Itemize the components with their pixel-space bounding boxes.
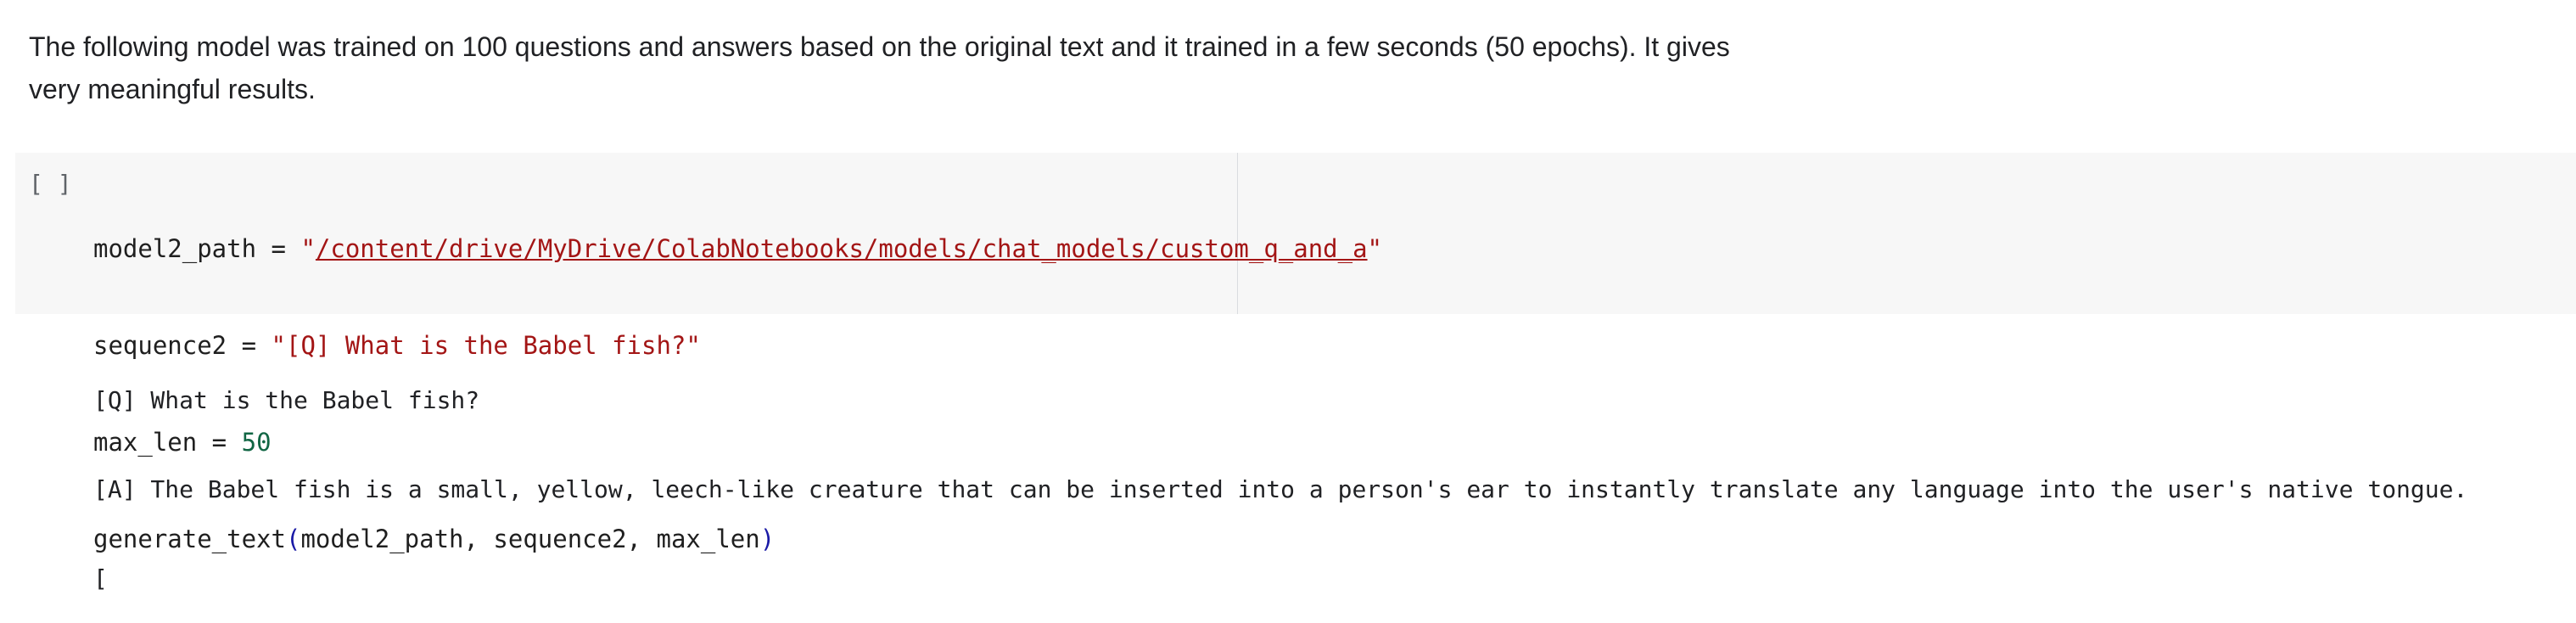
cell-output: [Q] What is the Babel fish? [A] The Babe… xyxy=(93,326,2467,623)
text-cell-line-1: The following model was trained on 100 q… xyxy=(29,31,1730,62)
code-cell[interactable]: [ ] model2_path = "/content/drive/MyDriv… xyxy=(15,153,2576,553)
run-cell-button[interactable]: [ ] xyxy=(29,168,72,200)
output-line-3: [ xyxy=(93,564,108,592)
string-quote-open: " xyxy=(300,234,316,263)
var-model2-path: model2_path xyxy=(93,234,257,263)
text-cell-line-2: very meaningful results. xyxy=(29,74,316,104)
output-line-2: [A] The Babel fish is a small, yellow, l… xyxy=(93,475,2468,503)
output-line-1: [Q] What is the Babel fish? xyxy=(93,386,480,414)
string-quote-close: " xyxy=(1367,234,1383,263)
assign-operator: = xyxy=(256,234,301,263)
code-line-1: model2_path = "/content/drive/MyDrive/Co… xyxy=(93,233,1382,265)
path-link[interactable]: /content/drive/MyDrive/ColabNotebooks/mo… xyxy=(316,234,1368,263)
text-cell: The following model was trained on 100 q… xyxy=(29,25,1811,110)
